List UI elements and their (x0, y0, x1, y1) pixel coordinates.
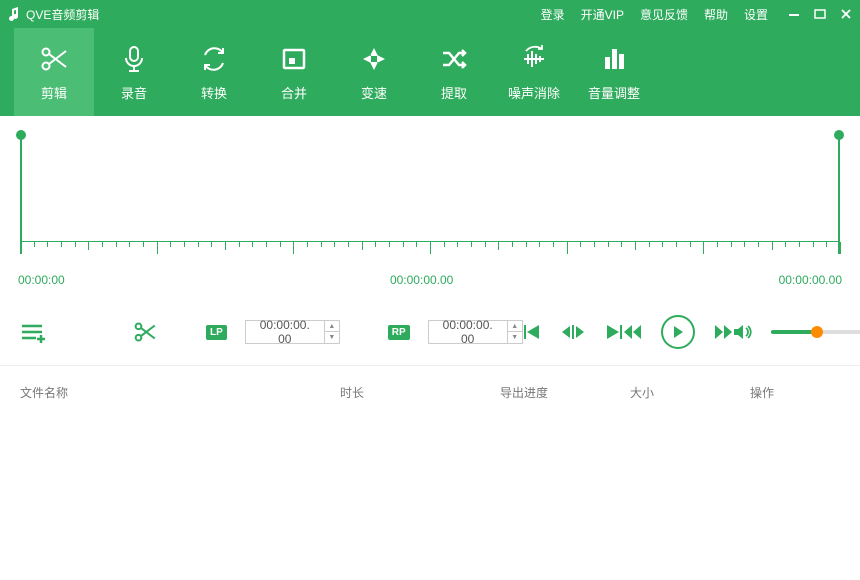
right-time-down[interactable]: ▼ (508, 332, 522, 343)
forward-button[interactable] (713, 324, 733, 340)
nav-label: 剪辑 (41, 83, 67, 102)
app-icon (8, 7, 20, 21)
help-link[interactable]: 帮助 (704, 6, 728, 23)
nav-volume[interactable]: 音量调整 (574, 28, 654, 116)
col-actions: 操作 (750, 384, 840, 401)
volume-fill (771, 330, 817, 334)
time-mid-label: 00:00:00.00 (390, 273, 453, 287)
right-time-value: 00:00:00. 00 (429, 318, 507, 346)
rewind-button[interactable] (623, 324, 643, 340)
shuffle-icon (438, 43, 470, 75)
rp-badge[interactable]: RP (388, 325, 410, 340)
left-time-up[interactable]: ▲ (325, 321, 339, 332)
nav-label: 录音 (121, 83, 147, 102)
add-file-button[interactable] (20, 320, 48, 344)
nav-speed[interactable]: 变速 (334, 28, 414, 116)
microphone-icon (118, 43, 150, 75)
waveform-ruler (20, 241, 840, 257)
maximize-button[interactable] (814, 8, 826, 20)
volume-icon[interactable] (733, 323, 753, 341)
goto-end-button[interactable] (603, 323, 623, 341)
nav-merge[interactable]: 合并 (254, 28, 334, 116)
feedback-link[interactable]: 意见反馈 (640, 6, 688, 23)
nav-label: 噪声消除 (508, 83, 560, 102)
login-link[interactable]: 登录 (541, 6, 565, 23)
volume-knob[interactable] (811, 326, 823, 338)
close-button[interactable] (840, 8, 852, 20)
nav-label: 变速 (361, 83, 387, 102)
waveform-handle-right[interactable] (838, 136, 840, 254)
left-time-value: 00:00:00. 00 (246, 318, 324, 346)
nav-label: 合并 (281, 83, 307, 102)
left-time-down[interactable]: ▼ (325, 332, 339, 343)
col-filename: 文件名称 (20, 384, 340, 401)
col-size: 大小 (630, 384, 750, 401)
nav-label: 转换 (201, 83, 227, 102)
time-start-label: 00:00:00 (18, 273, 65, 287)
nav-extract[interactable]: 提取 (414, 28, 494, 116)
trim-inward-button[interactable] (561, 323, 585, 341)
time-end-label: 00:00:00.00 (779, 273, 842, 287)
col-duration: 时长 (340, 384, 500, 401)
cut-button[interactable] (132, 319, 158, 345)
titlebar: QVE音频剪辑 登录 开通VIP 意见反馈 帮助 设置 (0, 0, 860, 28)
denoise-icon (518, 43, 550, 75)
main-nav: 剪辑 录音 转换 合并 (0, 28, 860, 116)
titlebar-links: 登录 开通VIP 意见反馈 帮助 设置 (541, 6, 768, 23)
nav-label: 提取 (441, 83, 467, 102)
waveform-handle-left[interactable] (20, 136, 22, 254)
col-progress: 导出进度 (500, 384, 630, 401)
file-table-header: 文件名称 时长 导出进度 大小 操作 (0, 366, 860, 419)
right-time-input[interactable]: 00:00:00. 00 ▲ ▼ (428, 320, 523, 344)
equalizer-icon (598, 43, 630, 75)
lp-badge[interactable]: LP (206, 325, 227, 340)
speed-icon (358, 43, 390, 75)
settings-link[interactable]: 设置 (744, 6, 768, 23)
waveform-area: 00:00:00 00:00:00.00 00:00:00.00 (0, 116, 860, 291)
nav-record[interactable]: 录音 (94, 28, 174, 116)
volume-slider[interactable] (771, 330, 860, 334)
edit-toolbar: LP 00:00:00. 00 ▲ ▼ RP 00:00:00. 00 ▲ ▼ (0, 291, 860, 365)
nav-convert[interactable]: 转换 (174, 28, 254, 116)
merge-icon (278, 43, 310, 75)
play-button[interactable] (661, 315, 695, 349)
vip-link[interactable]: 开通VIP (581, 6, 624, 23)
left-time-input[interactable]: 00:00:00. 00 ▲ ▼ (245, 320, 340, 344)
app-title: QVE音频剪辑 (26, 6, 99, 23)
goto-start-button[interactable] (523, 323, 543, 341)
nav-edit[interactable]: 剪辑 (14, 28, 94, 116)
right-time-up[interactable]: ▲ (508, 321, 522, 332)
scissors-icon (38, 43, 70, 75)
convert-icon (198, 43, 230, 75)
nav-denoise[interactable]: 噪声消除 (494, 28, 574, 116)
nav-label: 音量调整 (588, 83, 640, 102)
waveform-track[interactable] (16, 136, 844, 271)
minimize-button[interactable] (788, 8, 800, 20)
